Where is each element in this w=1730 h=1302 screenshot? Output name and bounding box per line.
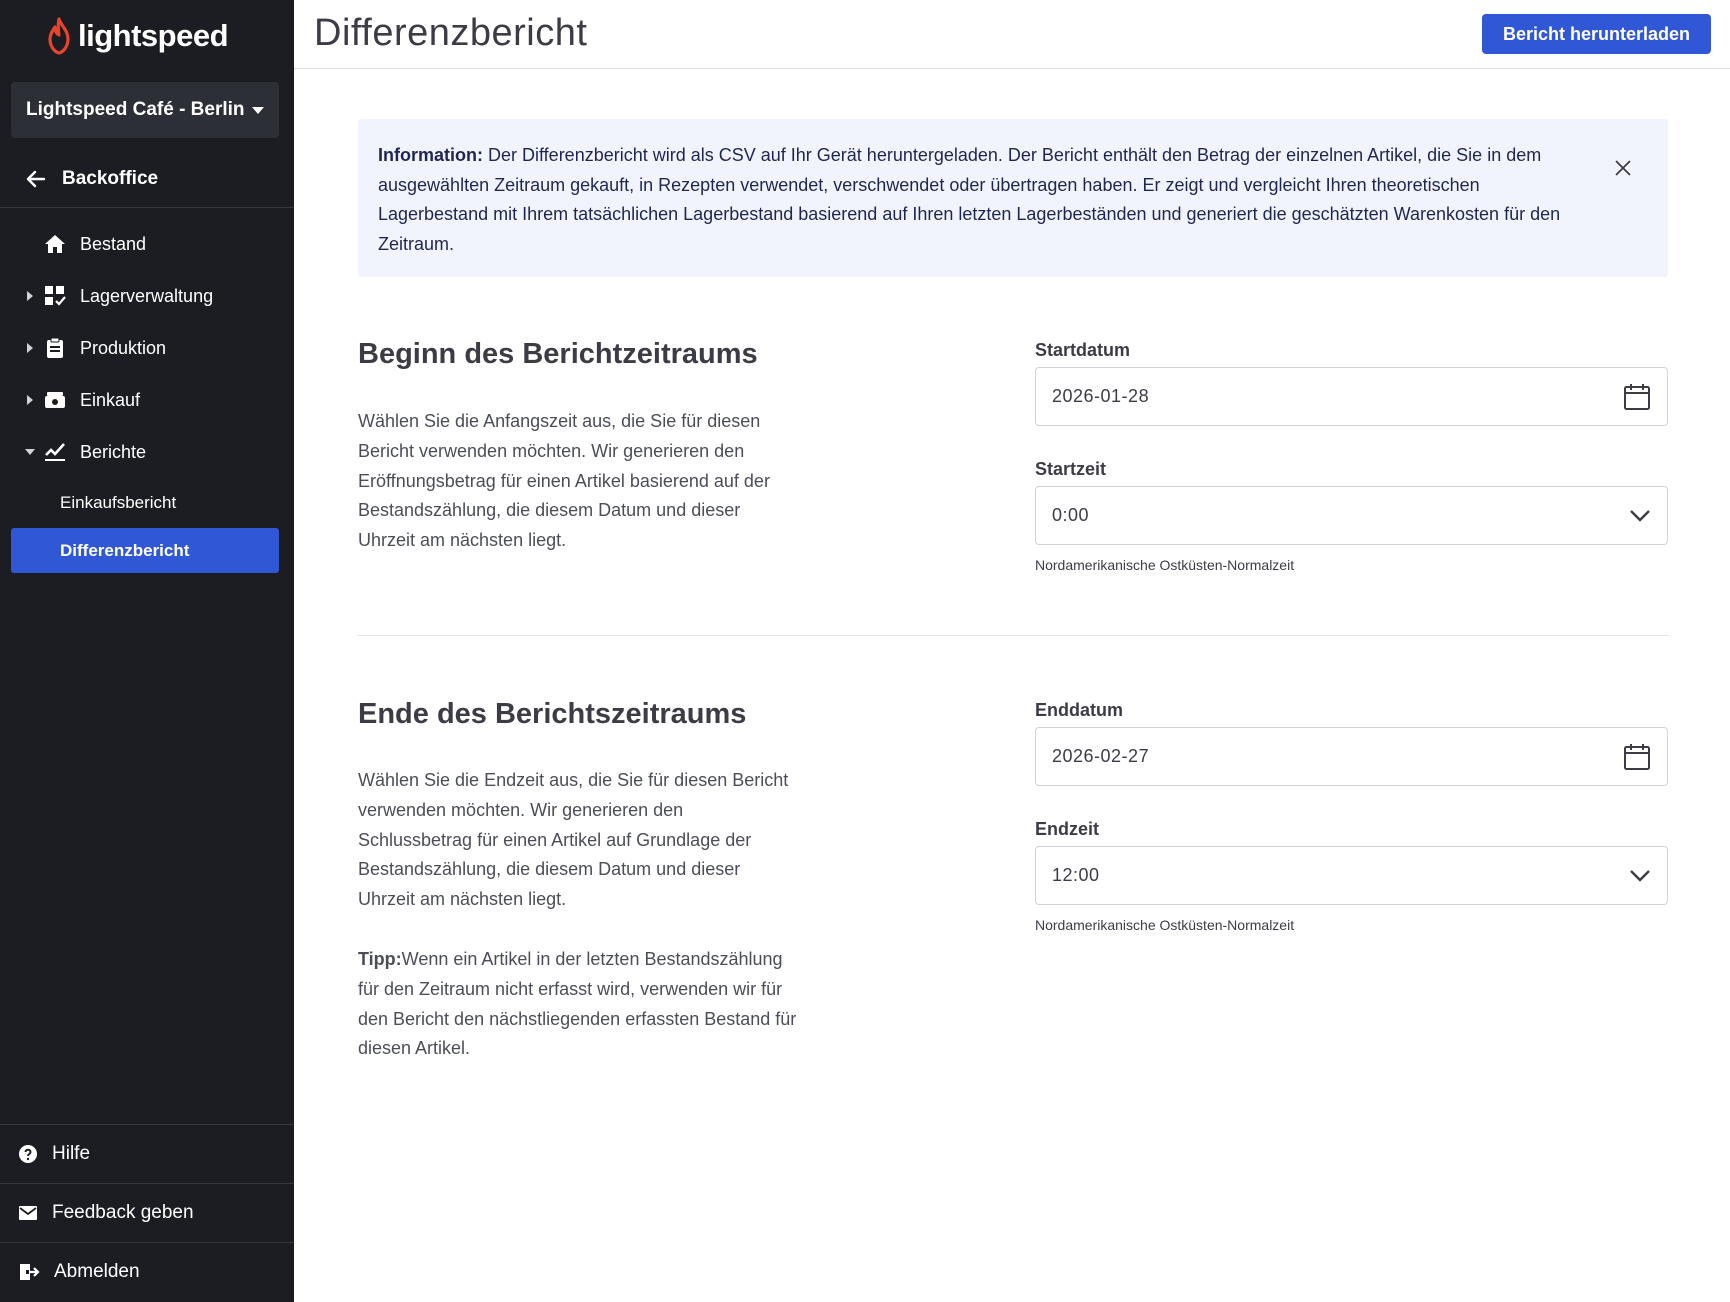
nav-label: Berichte [80, 441, 147, 462]
nav-item-einkauf[interactable]: Einkauf [0, 374, 294, 426]
end-date-label: Enddatum [1035, 700, 1123, 720]
mail-icon [19, 1206, 37, 1220]
start-section-title: Beginn des Berichtzeitraums [358, 338, 758, 370]
start-date-label: Startdatum [1035, 340, 1131, 360]
info-text: Der Differenzbericht wird als CSV auf Ih… [378, 145, 1561, 254]
clipboard-icon [44, 337, 66, 359]
sidebar: lightspeed Lightspeed Café - Berlin Back… [0, 0, 294, 1302]
cash-icon [44, 389, 66, 411]
end-time-value: 12:00 [1052, 865, 1100, 885]
page-header: Differenzbericht Bericht herunterladen [294, 0, 1730, 69]
info-banner: Information: Der Differenzbericht wird a… [358, 119, 1668, 277]
start-time-label: Startzeit [1035, 459, 1107, 479]
logout-label: Abmelden [54, 1261, 140, 1282]
end-time-label: Endzeit [1035, 819, 1100, 839]
help-icon [19, 1145, 37, 1163]
feedback-link[interactable]: Feedback geben [0, 1183, 294, 1242]
end-timezone-note: Nordamerikanische Ostküsten-Normalzeit [1035, 917, 1295, 933]
chevron-down-icon [1629, 509, 1651, 523]
arrow-left-icon [26, 170, 46, 187]
end-section-description: Wählen Sie die Endzeit aus, die Sie für … [358, 770, 789, 910]
logo-text: lightspeed [78, 18, 229, 53]
download-report-button[interactable]: Bericht herunterladen [1481, 14, 1711, 54]
nav-label: Bestand [80, 233, 147, 254]
inventory-grid-icon [44, 285, 66, 307]
logout-icon [20, 1264, 40, 1280]
start-time-select[interactable]: 0:00 [1035, 486, 1668, 545]
nav-item-bestand[interactable]: Bestand [0, 218, 294, 270]
help-link[interactable]: Hilfe [0, 1124, 294, 1183]
expand-icon [24, 395, 36, 405]
collapse-icon [24, 449, 36, 455]
backoffice-back-link[interactable]: Backoffice [0, 150, 294, 208]
page-title: Differenzbericht [314, 12, 588, 54]
expand-icon [24, 291, 36, 301]
start-timezone-note: Nordamerikanische Ostküsten-Normalzeit [1035, 557, 1295, 573]
flame-icon [48, 17, 70, 55]
store-name: Lightspeed Café - Berlin [26, 99, 245, 120]
end-date-value: 2026-02-27 [1052, 746, 1150, 766]
tip-prefix: Tipp: [358, 949, 402, 969]
lightspeed-logo[interactable]: lightspeed [46, 14, 229, 58]
nav-label: Einkauf [80, 389, 141, 410]
start-time-value: 0:00 [1052, 505, 1090, 525]
calendar-icon[interactable] [1623, 383, 1651, 411]
close-icon[interactable] [1614, 157, 1632, 187]
nav-label: Produktion [80, 337, 167, 358]
end-section-tip: Tipp:Wenn ein Artikel in der letzten Bes… [358, 945, 798, 1064]
nav-item-produktion[interactable]: Produktion [0, 322, 294, 374]
feedback-label: Feedback geben [52, 1202, 194, 1223]
main-nav: Bestand Lagerverwaltung Produktion Einka… [0, 218, 294, 573]
help-label: Hilfe [52, 1143, 91, 1164]
nav-item-lagerverwaltung[interactable]: Lagerverwaltung [0, 270, 294, 322]
start-date-value: 2026-01-28 [1052, 386, 1150, 406]
home-icon [44, 233, 66, 255]
info-prefix: Information: [378, 145, 483, 165]
store-selector[interactable]: Lightspeed Café - Berlin [11, 82, 279, 138]
caret-down-icon [252, 106, 264, 114]
calendar-icon[interactable] [1623, 743, 1651, 771]
backoffice-label: Backoffice [62, 167, 159, 189]
expand-icon [24, 343, 36, 353]
start-section-description: Wählen Sie die Anfangszeit aus, die Sie … [358, 411, 770, 551]
logout-link[interactable]: Abmelden [0, 1242, 294, 1301]
end-time-select[interactable]: 12:00 [1035, 846, 1668, 905]
section-divider [358, 635, 1668, 636]
nav-label: Lagerverwaltung [80, 285, 214, 306]
start-date-field[interactable]: 2026-01-28 [1035, 367, 1668, 426]
sub-item-einkaufsbericht[interactable]: Einkaufsbericht [0, 480, 294, 526]
end-date-field[interactable]: 2026-02-27 [1035, 727, 1668, 786]
end-section-title: Ende des Berichtszeitraums [358, 698, 747, 730]
nav-item-berichte[interactable]: Berichte [0, 426, 294, 478]
chevron-down-icon [1629, 869, 1651, 883]
tip-text: Wenn ein Artikel in der letzten Bestands… [358, 949, 797, 1059]
sub-item-differenzbericht[interactable]: Differenzbericht [11, 528, 279, 573]
chart-icon [44, 441, 66, 463]
